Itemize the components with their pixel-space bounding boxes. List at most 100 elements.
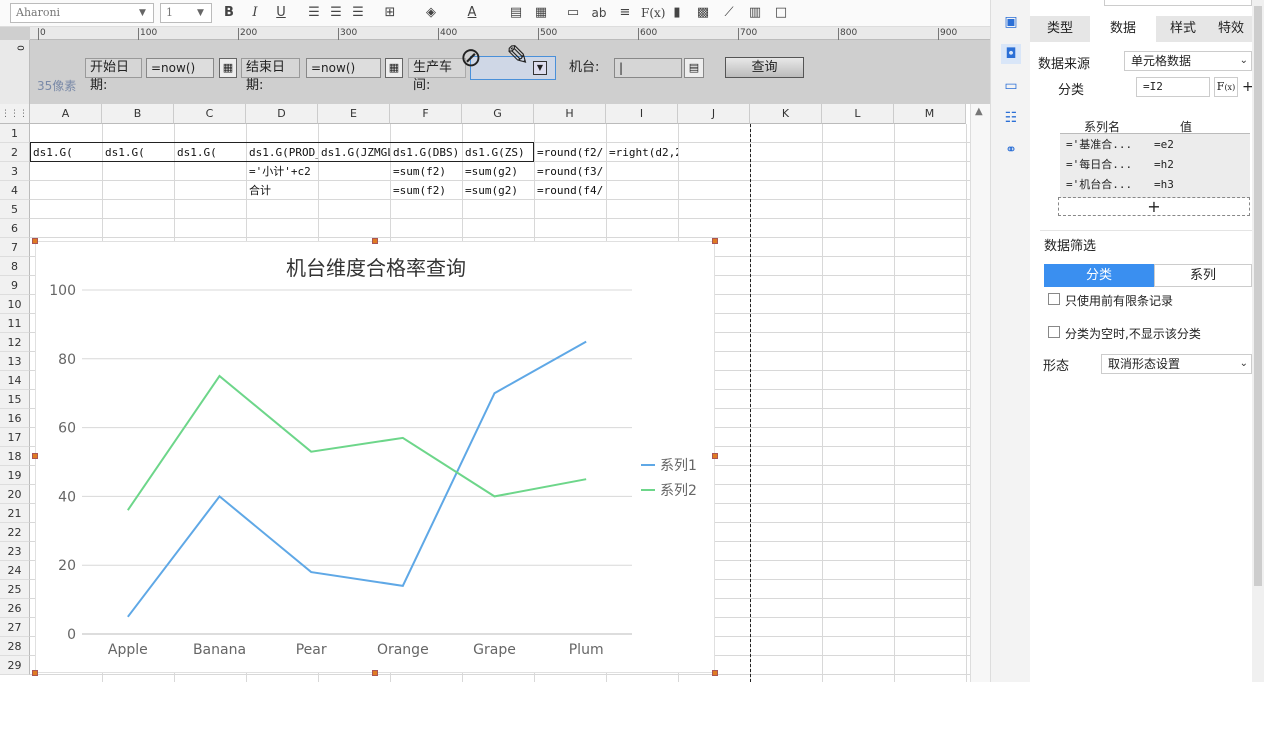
row-header[interactable]: 18	[0, 447, 30, 466]
underline-button[interactable]: U	[272, 4, 290, 22]
frame-icon[interactable]: □	[772, 4, 790, 22]
series-row[interactable]: ='基准合... =e2	[1060, 135, 1250, 155]
text-wrap-icon[interactable]: ≡	[616, 4, 634, 22]
tab-data[interactable]: 数据	[1090, 16, 1156, 42]
cell-D3[interactable]: ='小计'+c2	[247, 162, 318, 181]
row-header[interactable]: 25	[0, 580, 30, 599]
scroll-up-icon[interactable]: ▲	[975, 106, 983, 117]
machine-input[interactable]: |	[614, 58, 682, 78]
row-header[interactable]: 14	[0, 371, 30, 390]
align-left-icon[interactable]: ☰	[305, 4, 323, 22]
resize-handle[interactable]	[32, 238, 38, 244]
add-icon[interactable]: +	[1242, 77, 1252, 97]
cell-F3[interactable]: =sum(f2)	[391, 162, 462, 181]
column-header[interactable]: C	[174, 104, 246, 124]
hidden-eye-icon[interactable]: ⊘	[460, 43, 490, 73]
resize-handle[interactable]	[712, 238, 718, 244]
formula-button[interactable]: F(x)	[641, 4, 665, 22]
query-button[interactable]: 查询	[725, 57, 804, 78]
series-row[interactable]: ='机台合... =h3	[1060, 175, 1250, 195]
calendar-icon[interactable]: ▦	[219, 58, 237, 78]
column-header[interactable]: E	[318, 104, 390, 124]
image-icon[interactable]: ▩	[694, 4, 712, 22]
resize-handle[interactable]	[712, 453, 718, 459]
row-header[interactable]: 29	[0, 656, 30, 675]
scroll-thumb[interactable]	[1254, 6, 1262, 586]
filter-tab-category[interactable]: 分类	[1044, 264, 1154, 287]
row-header[interactable]: 6	[0, 219, 30, 238]
column-header[interactable]: F	[390, 104, 462, 124]
data-source-select[interactable]: 单元格数据 ⌄	[1124, 51, 1252, 71]
tab-effects[interactable]: 特效	[1218, 16, 1252, 42]
tab-style[interactable]: 样式	[1160, 16, 1206, 42]
series-row[interactable]: ='每日合... =h2	[1060, 155, 1250, 175]
row-header[interactable]: 13	[0, 352, 30, 371]
row-header[interactable]: 21	[0, 504, 30, 523]
sub-report-icon[interactable]: ▥	[746, 4, 764, 22]
end-date-input[interactable]: =now()	[306, 58, 381, 78]
row-header[interactable]: 20	[0, 485, 30, 504]
align-center-icon[interactable]: ☰	[327, 4, 345, 22]
row-header[interactable]: 1	[0, 124, 30, 143]
row-header[interactable]: 4	[0, 181, 30, 200]
row-header[interactable]: 24	[0, 561, 30, 580]
italic-button[interactable]: I	[246, 4, 264, 22]
row-header[interactable]: 16	[0, 409, 30, 428]
font-family-select[interactable]: Aharoni ▼	[10, 3, 154, 23]
category-input[interactable]: =I2	[1136, 77, 1210, 97]
row-header[interactable]: 10	[0, 295, 30, 314]
row-header[interactable]: 3	[0, 162, 30, 181]
slash-icon[interactable]: ⟋	[720, 4, 738, 22]
cell-H2[interactable]: =round(f2/	[535, 143, 606, 162]
pencil-icon[interactable]: ✎	[506, 41, 536, 71]
column-header[interactable]: G	[462, 104, 534, 124]
cell-H3[interactable]: =round(f3/	[535, 162, 606, 181]
calendar-icon[interactable]: ▦	[385, 58, 403, 78]
split-cells-icon[interactable]: ▦	[532, 4, 550, 22]
column-header[interactable]: J	[678, 104, 750, 124]
start-date-input[interactable]: =now()	[146, 58, 214, 78]
cell-F4[interactable]: =sum(f2)	[391, 181, 462, 200]
resize-handle[interactable]	[32, 670, 38, 676]
row-header[interactable]: 28	[0, 637, 30, 656]
layer-icon[interactable]: ☷	[1001, 108, 1021, 128]
row-header[interactable]: 15	[0, 390, 30, 409]
resize-handle[interactable]	[712, 670, 718, 676]
row-header[interactable]: 11	[0, 314, 30, 333]
resize-handle[interactable]	[372, 238, 378, 244]
cell-H4[interactable]: =round(f4/	[535, 181, 606, 200]
list-picker-icon[interactable]: ▤	[684, 58, 704, 78]
cell-element-icon[interactable]: ▣	[1001, 12, 1021, 32]
column-header[interactable]: H	[534, 104, 606, 124]
limit-records-checkbox[interactable]	[1048, 293, 1060, 305]
column-header[interactable]: M	[894, 104, 966, 124]
row-header[interactable]: 7	[0, 238, 30, 257]
border-icon[interactable]: ⊞	[381, 4, 399, 22]
font-color-icon[interactable]: A	[463, 4, 481, 22]
row-header[interactable]: 19	[0, 466, 30, 485]
cell-I2[interactable]: =right(d2,2	[607, 143, 678, 162]
insert-row-icon[interactable]: ▭	[564, 4, 582, 22]
row-header[interactable]: 27	[0, 618, 30, 637]
row-header[interactable]: 5	[0, 200, 30, 219]
fill-color-icon[interactable]: ◈	[422, 4, 440, 22]
bold-button[interactable]: B	[220, 4, 238, 22]
row-header[interactable]: 23	[0, 542, 30, 561]
link-icon[interactable]: ⚭	[1001, 140, 1021, 160]
row-header[interactable]: 22	[0, 523, 30, 542]
column-header[interactable]: D	[246, 104, 318, 124]
column-header[interactable]: K	[750, 104, 822, 124]
row-header[interactable]: 12	[0, 333, 30, 352]
row-header[interactable]: 17	[0, 428, 30, 447]
widget-icon[interactable]: ▭	[1001, 76, 1021, 96]
row-header[interactable]: 9	[0, 276, 30, 295]
hide-empty-checkbox[interactable]	[1048, 326, 1060, 338]
vertical-scrollbar[interactable]: ▲	[970, 104, 990, 682]
column-header[interactable]: B	[102, 104, 174, 124]
chart-icon[interactable]: ▮	[668, 4, 686, 22]
form-select[interactable]: 取消形态设置 ⌄	[1101, 354, 1252, 374]
cell-G4[interactable]: =sum(g2)	[463, 181, 534, 200]
cell-D4[interactable]: 合计	[247, 181, 318, 200]
merge-cells-icon[interactable]: ▤	[507, 4, 525, 22]
resize-handle[interactable]	[372, 670, 378, 676]
